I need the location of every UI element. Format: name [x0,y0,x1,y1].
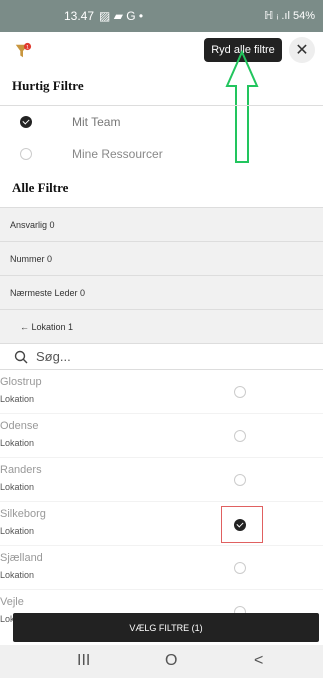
close-icon: ✕ [295,42,309,59]
radio-icon[interactable] [234,474,246,486]
status-time: 13.47 [64,9,95,23]
status-right: ℍ ᵢ .ıl 54% [264,10,315,22]
radio-icon[interactable] [234,562,246,574]
quick-filter-label: Mit Team [72,115,121,129]
recents-button[interactable]: III [77,652,90,670]
android-nav-bar: III O < [0,645,323,678]
filter-ansvarlig[interactable]: Ansvarlig 0 [0,208,323,242]
location-type: Lokation [0,482,35,492]
radio-icon[interactable] [234,430,246,442]
search-icon [14,350,28,363]
selected-highlight-box [221,506,263,543]
phone-screen: 13.47 ▨ ▰ G • ℍ ᵢ .ıl 54% 1 Ryd alle fil… [0,0,323,678]
quick-filter-label: Mine Ressourcer [72,147,163,161]
location-name: Sjælland [0,552,43,564]
location-type: Lokation [0,526,35,536]
filter-icon[interactable]: 1 [14,42,32,60]
svg-text:1: 1 [26,44,29,50]
quick-filter-mit-team[interactable]: Mit Team [0,106,323,138]
location-name: Silkeborg [0,508,46,520]
search-input[interactable]: Søg... [36,349,71,364]
location-item-odense[interactable]: Odense Lokation [0,414,323,458]
back-button[interactable]: < [254,652,263,670]
toolbar: 1 Ryd alle filtre ✕ [0,32,323,68]
location-type: Lokation [0,570,35,580]
location-name: Odense [0,420,39,432]
search-row[interactable]: Søg... [0,344,323,370]
status-left: 13.47 ▨ ▰ G • [64,9,143,23]
filter-panel: Hurtig Filtre Mit Team Mine Ressourcer A… [0,68,323,630]
all-filters-heading: Alle Filtre [0,170,323,208]
home-button[interactable]: O [165,652,177,670]
notification-icons: ▨ ▰ G • [99,9,144,23]
radio-icon [20,148,32,160]
apply-filters-button[interactable]: VÆLG FILTRE (1) [13,613,319,642]
radio-icon[interactable] [234,386,246,398]
location-back-header[interactable]: ← Lokation 1 [0,310,323,344]
location-item-randers[interactable]: Randers Lokation [0,458,323,502]
close-button[interactable]: ✕ [289,37,315,63]
location-item-sjaelland[interactable]: Sjælland Lokation [0,546,323,590]
clear-all-filters-button[interactable]: Ryd alle filtre [204,38,282,62]
checked-radio-icon [20,116,32,128]
quick-filter-mine-ressourcer[interactable]: Mine Ressourcer [0,138,323,170]
location-type: Lokation [0,394,35,404]
location-item-silkeborg[interactable]: Silkeborg Lokation [0,502,323,546]
status-bar: 13.47 ▨ ▰ G • ℍ ᵢ .ıl 54% [0,0,323,32]
location-type: Lokation [0,438,35,448]
checked-radio-icon[interactable] [234,519,246,531]
filter-naermeste-leder[interactable]: Nærmeste Leder 0 [0,276,323,310]
location-name: Glostrup [0,376,42,388]
quick-filters-heading: Hurtig Filtre [0,68,323,106]
filter-nummer[interactable]: Nummer 0 [0,242,323,276]
location-item-glostrup[interactable]: Glostrup Lokation [0,370,323,414]
location-name: Randers [0,464,42,476]
location-name: Vejle [0,596,24,608]
